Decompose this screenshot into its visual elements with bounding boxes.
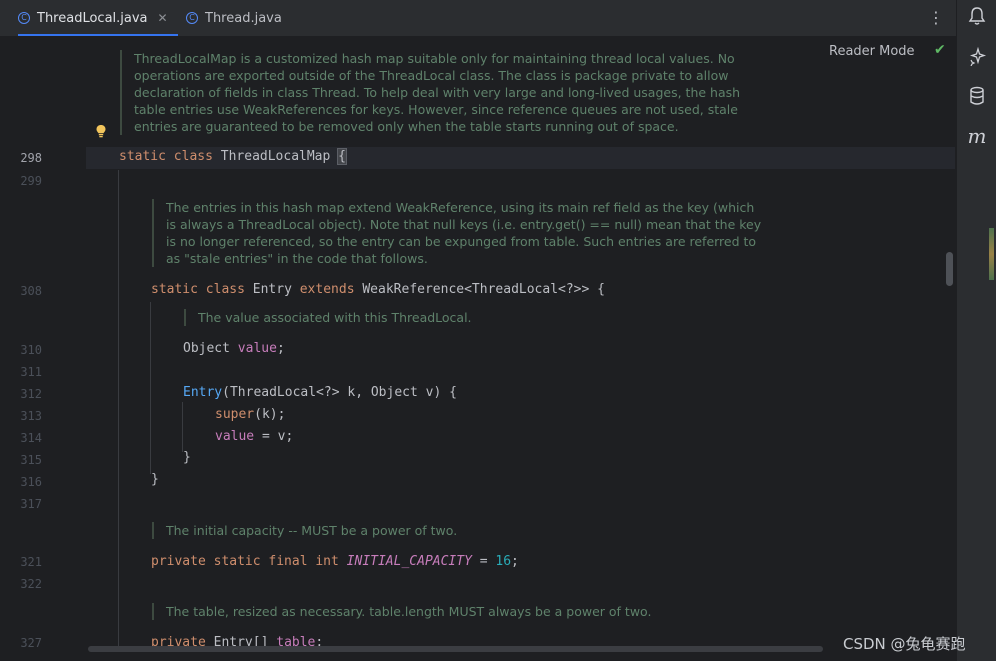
error-stripe-marks (989, 228, 994, 280)
line-number: 310 (20, 343, 42, 357)
code-text: WeakReference<ThreadLocal<?>> { (362, 282, 605, 297)
code-line-314[interactable]: value = v; (215, 429, 293, 444)
right-tool-strip: m (956, 0, 996, 661)
indent-guide (182, 402, 183, 452)
keyword: class (173, 149, 213, 164)
class-name: ThreadLocalMap (220, 149, 331, 164)
line-number: 317 (20, 497, 42, 511)
line-number: 315 (20, 453, 42, 467)
class-name: Entry (252, 282, 292, 297)
constant-name: INITIAL_CAPACITY (346, 554, 472, 569)
line-number: 313 (20, 409, 42, 423)
constructor-name: Entry (183, 385, 223, 400)
keyword: class (205, 282, 245, 297)
editor-tab-bar: C ThreadLocal.java ✕ C Thread.java ⋮ (0, 0, 956, 37)
code-text: ; (276, 341, 285, 356)
keyword: static (119, 149, 166, 164)
type-name: Object (183, 341, 230, 356)
close-icon[interactable]: ✕ (158, 11, 168, 25)
code-line-308[interactable]: static class Entry extends WeakReference… (151, 282, 605, 297)
database-icon[interactable] (957, 86, 996, 110)
keyword: extends (299, 282, 355, 297)
field-name: value (215, 429, 255, 444)
keyword: private static final int (151, 554, 339, 569)
code-line-313[interactable]: super(k); (215, 407, 285, 422)
tab-thread-java[interactable]: C Thread.java (186, 0, 282, 36)
check-icon: ✔ (934, 42, 946, 58)
number-literal: 16 (495, 554, 512, 569)
line-number: 321 (20, 555, 42, 569)
line-number: 299 (20, 174, 42, 188)
code-line-316[interactable]: } (151, 472, 159, 487)
line-number: 322 (20, 577, 42, 591)
ide-window: C ThreadLocal.java ✕ C Thread.java ⋮ m 2… (0, 0, 996, 661)
line-number: 316 (20, 475, 42, 489)
vertical-scrollbar-thumb[interactable] (946, 252, 953, 286)
tab-label: Thread.java (205, 10, 282, 26)
line-number: 327 (20, 636, 42, 650)
code-text: (k); (254, 407, 286, 422)
horizontal-scrollbar-thumb[interactable] (88, 646, 823, 652)
code-line-321[interactable]: private static final int INITIAL_CAPACIT… (151, 554, 519, 569)
keyword: super (215, 407, 255, 422)
doc-comment-entries: The entries in this hash map extend Weak… (152, 199, 766, 267)
ai-assistant-icon[interactable] (957, 46, 996, 70)
maven-icon[interactable]: m (957, 124, 996, 148)
watermark: CSDN @兔龟赛跑 (843, 635, 966, 653)
doc-comment-value: The value associated with this ThreadLoc… (184, 309, 758, 326)
code-text: = (471, 554, 496, 569)
code-line-315[interactable]: } (183, 450, 191, 465)
code-line-312[interactable]: Entry(ThreadLocal<?> k, Object v) { (183, 385, 457, 400)
tab-label: ThreadLocal.java (37, 10, 148, 26)
reader-mode-toggle[interactable]: Reader Mode (829, 44, 915, 59)
more-options-icon[interactable]: ⋮ (928, 8, 944, 27)
line-number: 312 (20, 387, 42, 401)
lightbulb-icon[interactable] (95, 124, 107, 138)
line-number: 308 (20, 284, 42, 298)
doc-comment-initial-capacity: The initial capacity -- MUST be a power … (152, 522, 766, 539)
code-line-310[interactable]: Object value; (183, 341, 285, 356)
keyword: static (151, 282, 198, 297)
doc-comment-threadlocalmap: ThreadLocalMap is a customized hash map … (120, 50, 774, 135)
line-number: 311 (20, 365, 42, 379)
code-text: = v; (254, 429, 294, 444)
tab-threadlocal-java[interactable]: C ThreadLocal.java ✕ (18, 0, 178, 36)
line-number: 298 (20, 151, 42, 165)
indent-guide (150, 302, 151, 474)
brace: { (337, 148, 347, 165)
class-icon: C (186, 12, 198, 24)
code-text: (ThreadLocal<?> k, Object v) { (222, 385, 457, 400)
code-line-298[interactable]: static class ThreadLocalMap { (119, 148, 347, 165)
code-text: ; (511, 554, 519, 569)
class-icon: C (18, 12, 30, 24)
line-number-gutter: 298 299 308 310 311 312 313 314 315 316 … (0, 37, 86, 661)
field-name: value (237, 341, 277, 356)
doc-comment-table: The table, resized as necessary. table.l… (152, 603, 766, 620)
line-number: 314 (20, 431, 42, 445)
indent-guide (118, 170, 119, 650)
notifications-icon[interactable] (957, 6, 996, 30)
